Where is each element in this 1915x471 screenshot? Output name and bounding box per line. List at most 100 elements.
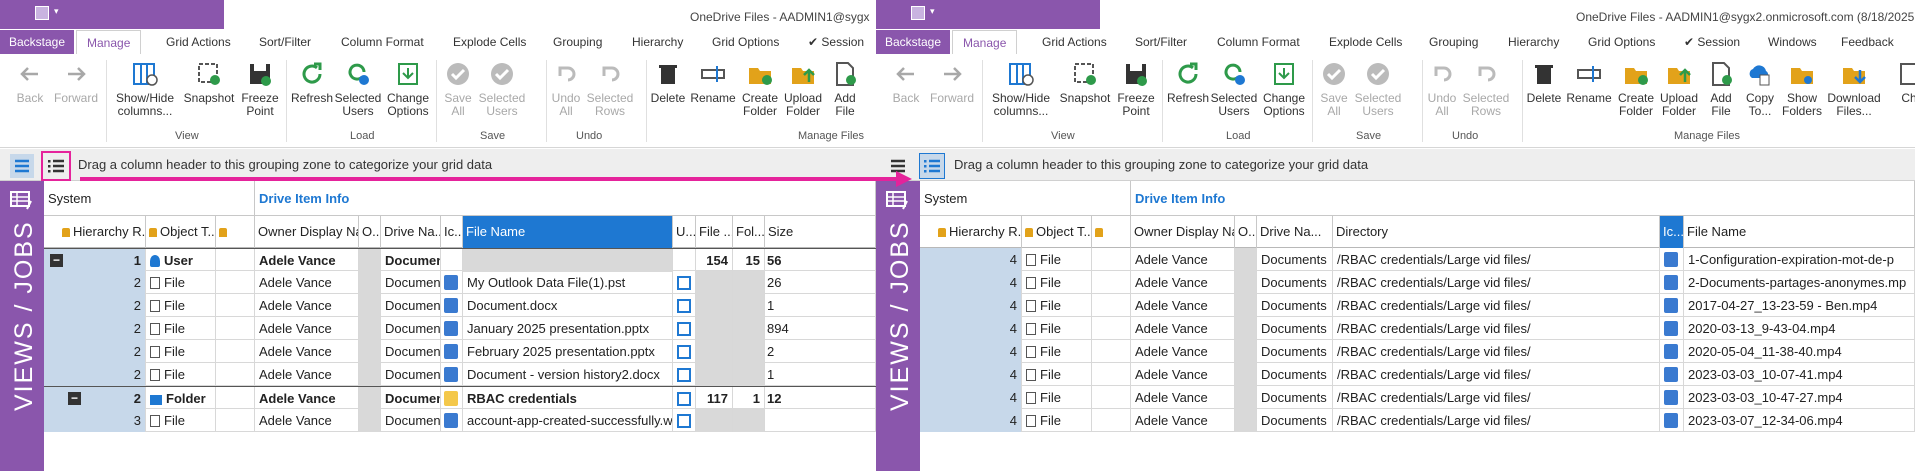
table-row[interactable]: 2 File Adele Vance Documents Document - vers… bbox=[44, 363, 876, 386]
open-external-icon[interactable] bbox=[677, 345, 691, 359]
band-system[interactable]: System bbox=[920, 181, 1131, 216]
tab-grid-options[interactable]: Grid Options bbox=[1588, 30, 1655, 54]
col-drive-name[interactable]: Drive Na... bbox=[1257, 216, 1333, 248]
file-name-cell[interactable]: account-app-created-successfully.webp bbox=[463, 409, 673, 432]
file-name-cell[interactable]: 2017-04-27_13-23-59 - Ben.mp4 bbox=[1684, 294, 1915, 317]
open-link-cell[interactable] bbox=[673, 340, 696, 363]
col-sys-extra[interactable] bbox=[216, 216, 255, 248]
col-hierarchy[interactable]: Hierarchy R... bbox=[920, 216, 1022, 248]
rename-button[interactable]: Rename bbox=[690, 60, 736, 105]
freeze-point-button[interactable]: Freeze Point bbox=[238, 60, 282, 118]
tab-grid-actions[interactable]: Grid Actions bbox=[166, 30, 231, 54]
copy-to-button[interactable]: Copy To... bbox=[1742, 60, 1778, 118]
table-row[interactable]: 4 File Adele Vance Documents/RBAC credentia… bbox=[920, 340, 1915, 363]
file-name-cell[interactable]: RBAC credentials bbox=[463, 387, 673, 410]
save-all-button[interactable]: Save All bbox=[1316, 60, 1352, 118]
col-file-name[interactable]: File Name bbox=[1684, 216, 1915, 248]
open-external-icon[interactable] bbox=[677, 392, 691, 406]
file-name-cell[interactable]: Document - version history2.docx bbox=[463, 363, 673, 386]
open-link-cell[interactable] bbox=[673, 249, 696, 272]
grid-view-icon[interactable] bbox=[10, 154, 34, 178]
tab-session[interactable]: ✔ Session bbox=[1684, 30, 1740, 54]
tab-manage[interactable]: Manage bbox=[952, 30, 1018, 54]
tab-sort-filter[interactable]: Sort/Filter bbox=[1135, 30, 1187, 54]
open-link-cell[interactable] bbox=[673, 363, 696, 386]
show-hide-columns-button[interactable]: Show/Hide columns... bbox=[110, 60, 180, 118]
tab-column-format[interactable]: Column Format bbox=[341, 30, 424, 54]
forward-button[interactable]: Forward bbox=[52, 60, 100, 105]
file-name-cell[interactable]: 2023-03-03_10-47-27.mp4 bbox=[1684, 386, 1915, 409]
band-drive-item-info[interactable]: Drive Item Info bbox=[1131, 181, 1915, 216]
col-icon[interactable]: Ic... bbox=[441, 216, 463, 248]
table-row[interactable]: −1UserAdele VanceDocuments1541556 bbox=[44, 248, 876, 272]
col-o[interactable]: O... bbox=[1235, 216, 1257, 248]
views-jobs-panel[interactable]: VIEWS / JOBS bbox=[876, 181, 920, 471]
undo-all-button[interactable]: Undo All bbox=[1424, 60, 1460, 118]
band-system[interactable]: System bbox=[44, 181, 255, 216]
change-options-button[interactable]: Change Options bbox=[384, 60, 432, 118]
open-external-icon[interactable] bbox=[677, 414, 691, 428]
open-link-cell[interactable] bbox=[673, 294, 696, 317]
selected-users-load-button[interactable]: Selected Users bbox=[334, 60, 382, 118]
file-name-cell[interactable]: Document.docx bbox=[463, 294, 673, 317]
col-size[interactable]: Size bbox=[765, 216, 876, 248]
tab-grouping[interactable]: Grouping bbox=[1429, 30, 1478, 54]
download-files-button[interactable]: Download Files... bbox=[1824, 60, 1884, 118]
table-row[interactable]: 2 File Adele Vance Documents February 2025 p… bbox=[44, 340, 876, 363]
table-row[interactable]: 3 File Adele Vance Documents account-app-cre… bbox=[44, 409, 876, 432]
qat-dropdown-icon[interactable]: ▾ bbox=[54, 6, 59, 17]
col-u[interactable]: U... bbox=[673, 216, 696, 248]
ch-button[interactable]: Ch bbox=[1894, 60, 1915, 105]
table-row[interactable]: 4 File Adele Vance Documents/RBAC credentia… bbox=[920, 248, 1915, 271]
file-name-cell[interactable]: 2-Documents-partages-anonymes.mp bbox=[1684, 271, 1915, 294]
delete-button[interactable]: Delete bbox=[648, 60, 688, 105]
change-options-button[interactable]: Change Options bbox=[1260, 60, 1308, 118]
create-folder-button[interactable]: Create Folder bbox=[1614, 60, 1658, 118]
col-file-count[interactable]: File ... bbox=[696, 216, 733, 248]
upload-folder-button[interactable]: Upload Folder bbox=[782, 60, 824, 118]
col-drive-name[interactable]: Drive Na... bbox=[381, 216, 441, 248]
upload-folder-button[interactable]: Upload Folder bbox=[1658, 60, 1700, 118]
selected-users-save-button[interactable]: Selected Users bbox=[478, 60, 526, 118]
table-row[interactable]: 4 File Adele Vance Documents/RBAC credentia… bbox=[920, 386, 1915, 409]
collapse-icon[interactable]: − bbox=[50, 254, 63, 267]
table-row[interactable]: 4 File Adele Vance Documents/RBAC credentia… bbox=[920, 294, 1915, 317]
table-row[interactable]: −2FolderAdele VanceDocumentsRBAC credent… bbox=[44, 386, 876, 410]
col-object-type[interactable]: Object T... bbox=[146, 216, 216, 248]
create-folder-button[interactable]: Create Folder bbox=[738, 60, 782, 118]
col-owner[interactable]: Owner Display Name bbox=[1131, 216, 1235, 248]
selected-users-save-button[interactable]: Selected Users bbox=[1354, 60, 1402, 118]
table-row[interactable]: 4 File Adele Vance Documents/RBAC credentia… bbox=[920, 409, 1915, 432]
col-directory[interactable]: Directory bbox=[1333, 216, 1660, 248]
file-name-cell[interactable]: January 2025 presentation.pptx bbox=[463, 317, 673, 340]
snapshot-button[interactable]: Snapshot bbox=[1058, 60, 1112, 105]
table-row[interactable]: 4 File Adele Vance Documents/RBAC credentia… bbox=[920, 317, 1915, 340]
tab-windows[interactable]: Windows bbox=[1768, 30, 1817, 54]
col-object-type[interactable]: Object T... bbox=[1022, 216, 1092, 248]
tab-backstage[interactable]: Backstage bbox=[876, 30, 951, 54]
grouping-zone[interactable]: Drag a column header to this grouping zo… bbox=[876, 149, 1915, 181]
open-link-cell[interactable] bbox=[673, 387, 696, 410]
undo-all-button[interactable]: Undo All bbox=[548, 60, 584, 118]
tab-sort-filter[interactable]: Sort/Filter bbox=[259, 30, 311, 54]
file-name-cell[interactable]: 2023-03-03_10-07-41.mp4 bbox=[1684, 363, 1915, 386]
selected-users-load-button[interactable]: Selected Users bbox=[1210, 60, 1258, 118]
back-button[interactable]: Back bbox=[10, 60, 50, 105]
tab-session[interactable]: ✔ Session bbox=[808, 30, 864, 54]
list-view-icon[interactable] bbox=[919, 153, 945, 179]
table-row[interactable]: 2 File Adele Vance Documents January 2025 pr… bbox=[44, 317, 876, 340]
tab-hierarchy[interactable]: Hierarchy bbox=[1508, 30, 1559, 54]
open-link-cell[interactable] bbox=[673, 409, 696, 432]
table-row[interactable]: 4 File Adele Vance Documents/RBAC credentia… bbox=[920, 363, 1915, 386]
qat-dropdown-icon[interactable]: ▾ bbox=[930, 6, 935, 17]
col-sys-extra[interactable] bbox=[1092, 216, 1131, 248]
open-external-icon[interactable] bbox=[677, 322, 691, 336]
col-hierarchy[interactable]: Hierarchy R... bbox=[44, 216, 146, 248]
grid-jobs-icon[interactable] bbox=[885, 189, 911, 211]
tab-feedback[interactable]: Feedback bbox=[1841, 30, 1894, 54]
open-external-icon[interactable] bbox=[677, 299, 691, 313]
refresh-button[interactable]: Refresh bbox=[1166, 60, 1210, 105]
refresh-button[interactable]: Refresh bbox=[290, 60, 334, 105]
table-row[interactable]: 2 File Adele Vance Documents My Outlook Data… bbox=[44, 271, 876, 294]
add-file-button[interactable]: Add File bbox=[1702, 60, 1740, 118]
